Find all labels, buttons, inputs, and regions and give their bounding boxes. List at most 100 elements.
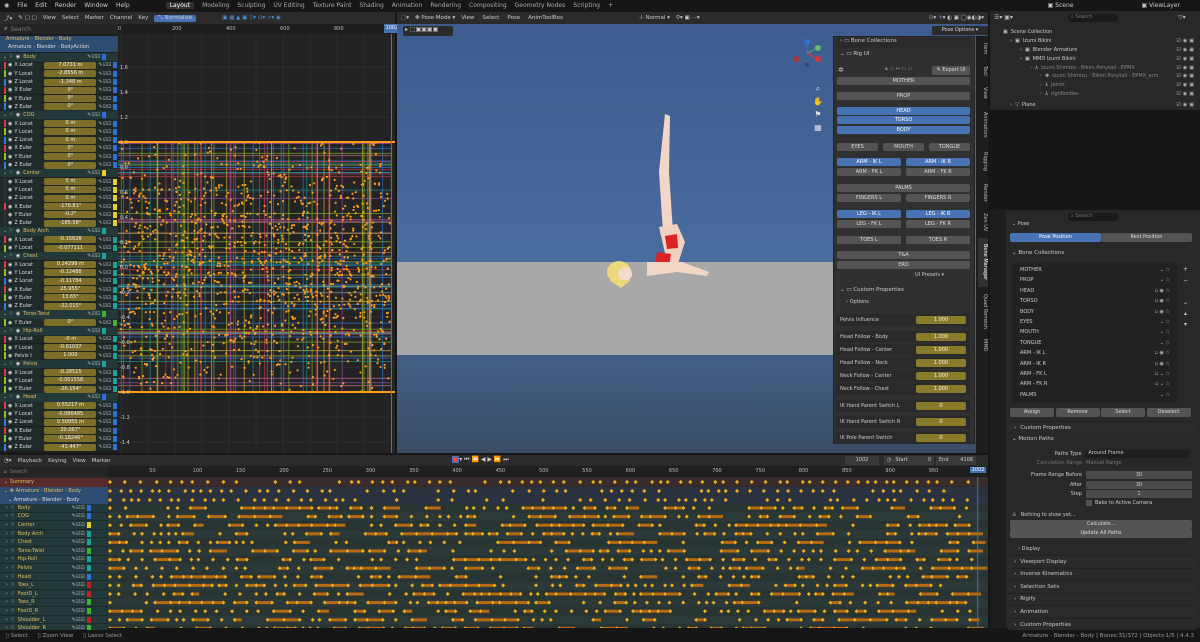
pin-icon[interactable]: ⚲ (11, 505, 15, 511)
menu-view[interactable]: View (43, 15, 56, 21)
keyframe-point[interactable] (311, 295, 315, 299)
keyframe-point[interactable] (213, 336, 216, 339)
modifier-icon[interactable]: ✎☑⊡ (87, 170, 100, 176)
checkbox[interactable] (1086, 500, 1092, 506)
keyframe-point[interactable] (175, 315, 179, 318)
keyframe-point[interactable] (366, 206, 369, 210)
keyframe-point[interactable] (236, 256, 239, 259)
keyframe-point[interactable] (285, 247, 288, 250)
keyframe-point[interactable] (282, 258, 285, 261)
keyframe-point[interactable] (380, 283, 384, 286)
expand-icon[interactable]: › (1030, 65, 1032, 71)
keyframe-point[interactable] (199, 312, 202, 316)
keyframe-point[interactable] (268, 200, 272, 204)
expand-icon[interactable]: ⌄ (3, 112, 7, 118)
keyframe-point[interactable] (271, 333, 274, 336)
keyframe-point[interactable] (300, 390, 303, 394)
keyframe-point[interactable] (187, 198, 190, 201)
snap-icon[interactable]: ⚲▾ ▣ ⋯▾ (676, 15, 700, 21)
pin-icon[interactable]: ⚲ (9, 253, 13, 259)
keyframe-point[interactable] (370, 299, 374, 303)
keyframe-point[interactable] (386, 267, 390, 270)
keyframe-point[interactable] (201, 248, 204, 251)
fcurve-channel[interactable]: ◉ Y Locat 0 m ✎☑⊡ (0, 127, 118, 136)
keyframe-point[interactable] (148, 155, 151, 158)
keyframe-point[interactable] (121, 375, 125, 378)
keyframe-point[interactable] (198, 292, 201, 295)
keyframe-point[interactable] (277, 277, 280, 280)
keyframe-point[interactable] (127, 140, 130, 144)
rig-layer-button-arm-fk-l[interactable]: ARM - FK L (837, 168, 901, 176)
keyframe-point[interactable] (179, 197, 183, 201)
keyframe-point[interactable] (217, 186, 221, 189)
keyframe-point[interactable] (263, 261, 266, 264)
keyframe-point[interactable] (217, 262, 220, 265)
keyframe-point[interactable] (324, 253, 327, 256)
keyframe-point[interactable] (255, 327, 258, 330)
keyframe-point[interactable] (272, 172, 275, 175)
modifier-icon[interactable]: ✎☑⊡ (98, 278, 111, 284)
keyframe-point[interactable] (193, 255, 196, 258)
keyframe-point[interactable] (256, 356, 259, 359)
keyframe-point[interactable] (334, 296, 338, 299)
rig-layer-button-toes-l[interactable]: TOES L (837, 236, 901, 244)
channel-value-field[interactable]: 0 m (44, 186, 97, 194)
keyframe-point[interactable] (174, 275, 177, 278)
keyframe-point[interactable] (296, 293, 299, 296)
keyframe-point[interactable] (261, 356, 264, 359)
keyframe-point[interactable] (385, 287, 388, 290)
sidebar-tab-item[interactable]: Item (978, 38, 988, 58)
keyframe-point[interactable] (267, 309, 270, 312)
keyframe-point[interactable] (357, 268, 361, 271)
search-input[interactable]: Search (10, 469, 27, 475)
rig-layer-button-arm-fk-r[interactable]: ARM - FK R (906, 168, 970, 176)
keyframe-point[interactable] (262, 325, 265, 328)
sidebar-tab-rigging[interactable]: Rigging (978, 146, 988, 177)
keyframe-point[interactable] (194, 153, 197, 156)
keyframe-point[interactable] (233, 290, 236, 293)
keyframe-point[interactable] (143, 268, 147, 271)
outliner-item[interactable]: › ✥ Izumi Shimizu - Bikini Ponytail - EPMX… (996, 71, 1196, 80)
keyframe-point[interactable] (338, 248, 341, 252)
keyframe-point[interactable] (329, 194, 332, 197)
rest-position-button[interactable]: Rest Position (1101, 233, 1192, 242)
keyframe-point[interactable] (365, 166, 369, 169)
keyframe-point[interactable] (337, 189, 341, 192)
keyframe-point[interactable] (359, 371, 362, 374)
modifier-icon[interactable]: ✎☑⊡ (98, 212, 111, 218)
keyframe-point[interactable] (243, 225, 246, 228)
start-frame-field[interactable]: ◷ Start 0 (884, 456, 934, 465)
workspace-tab-geometry-nodes[interactable]: Geometry Nodes (515, 2, 566, 9)
keyframe-point[interactable] (281, 293, 284, 296)
keyframe-point[interactable] (141, 271, 145, 275)
keyframe-point[interactable] (198, 253, 201, 256)
keyframe-point[interactable] (200, 262, 203, 265)
keyframe-point[interactable] (342, 259, 345, 263)
fcurve-channel[interactable]: ◉ X Locat -0.28515 ✎☑⊡ (0, 368, 118, 377)
keyframe-point[interactable] (151, 280, 154, 283)
keyframe-point[interactable] (190, 200, 193, 203)
keyframe-point[interactable] (278, 349, 281, 353)
fcurve-channel[interactable]: ◉ Z Euler -185.58° ✎☑⊡ (0, 219, 118, 228)
keyframe-point[interactable] (279, 190, 282, 193)
keyframe-point[interactable] (230, 322, 233, 325)
keyframe-point[interactable] (185, 236, 189, 239)
keyframe-point[interactable] (196, 219, 199, 222)
keyframe-point[interactable] (386, 311, 390, 315)
keyframe-point[interactable] (221, 219, 225, 222)
keyframe-point[interactable] (248, 379, 251, 383)
keyframe-point[interactable] (202, 239, 205, 242)
keyframe-point[interactable] (203, 194, 206, 197)
keyframe-point[interactable] (243, 262, 246, 265)
keyframe-point[interactable] (217, 236, 220, 239)
editor-type-icon[interactable]: ⬚▾ (401, 15, 409, 21)
dopesheet-channel-chest[interactable]: › ⚲ Chest ✎☑⊡ (0, 538, 108, 547)
keyframe-point[interactable] (285, 189, 288, 192)
keyframe-point[interactable] (168, 188, 171, 191)
keyframe-point[interactable] (130, 217, 134, 220)
keyframe-point[interactable] (309, 330, 312, 333)
keyframe-point[interactable] (209, 189, 212, 192)
keyframe-point[interactable] (177, 210, 180, 213)
channel-value-field[interactable]: 0° (44, 161, 97, 169)
bone-collection-item[interactable]: TORSO ▫ ◉ ☆ (1020, 296, 1170, 306)
